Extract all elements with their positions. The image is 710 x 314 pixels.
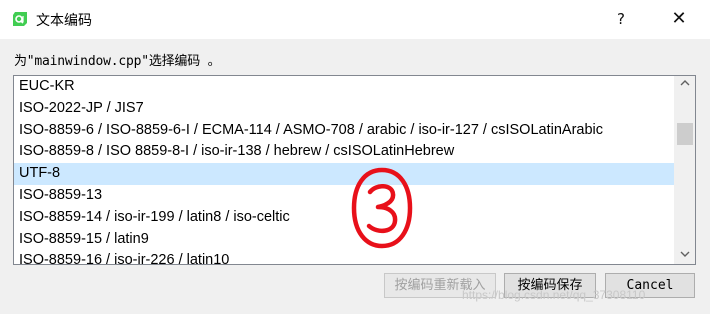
scrollbar-thumb[interactable] <box>677 123 693 145</box>
encoding-list-item[interactable]: ISO-8859-15 / latin9 <box>14 229 674 251</box>
qt-logo-icon <box>12 11 28 27</box>
close-button[interactable]: ✕ <box>660 5 698 33</box>
vertical-scrollbar[interactable] <box>674 76 695 264</box>
encoding-list[interactable]: EUC-KR ISO-2022-JP / JIS7 ISO-8859-6 / I… <box>14 76 674 264</box>
scroll-up-arrow-icon[interactable] <box>675 76 695 93</box>
encoding-list-item[interactable]: ISO-8859-13 <box>14 185 674 207</box>
encoding-list-item[interactable]: ISO-8859-16 / iso-ir-226 / latin10 <box>14 250 674 264</box>
handwritten-circled-three-annotation <box>350 166 414 250</box>
window-title: 文本编码 <box>36 13 92 29</box>
encoding-list-item[interactable]: EUC-KR <box>14 76 674 98</box>
encoding-prompt-label: 为"mainwindow.cpp"选择编码 。 <box>14 54 221 69</box>
encoding-list-item[interactable]: ISO-8859-8 / ISO 8859-8-I / iso-ir-138 /… <box>14 141 674 163</box>
encoding-list-item-selected[interactable]: UTF-8 <box>14 163 674 185</box>
title-bar: 文本编码 ? ✕ <box>0 0 710 39</box>
watermark-text: https://blog.csdn.net/qq_37308110 <box>462 288 646 302</box>
encoding-list-item[interactable]: ISO-8859-6 / ISO-8859-6-I / ECMA-114 / A… <box>14 120 674 142</box>
encoding-list-item[interactable]: ISO-8859-14 / iso-ir-199 / latin8 / iso-… <box>14 207 674 229</box>
help-button[interactable]: ? <box>604 5 638 33</box>
scroll-down-arrow-icon[interactable] <box>675 247 695 264</box>
encoding-list-item[interactable]: ISO-2022-JP / JIS7 <box>14 98 674 120</box>
